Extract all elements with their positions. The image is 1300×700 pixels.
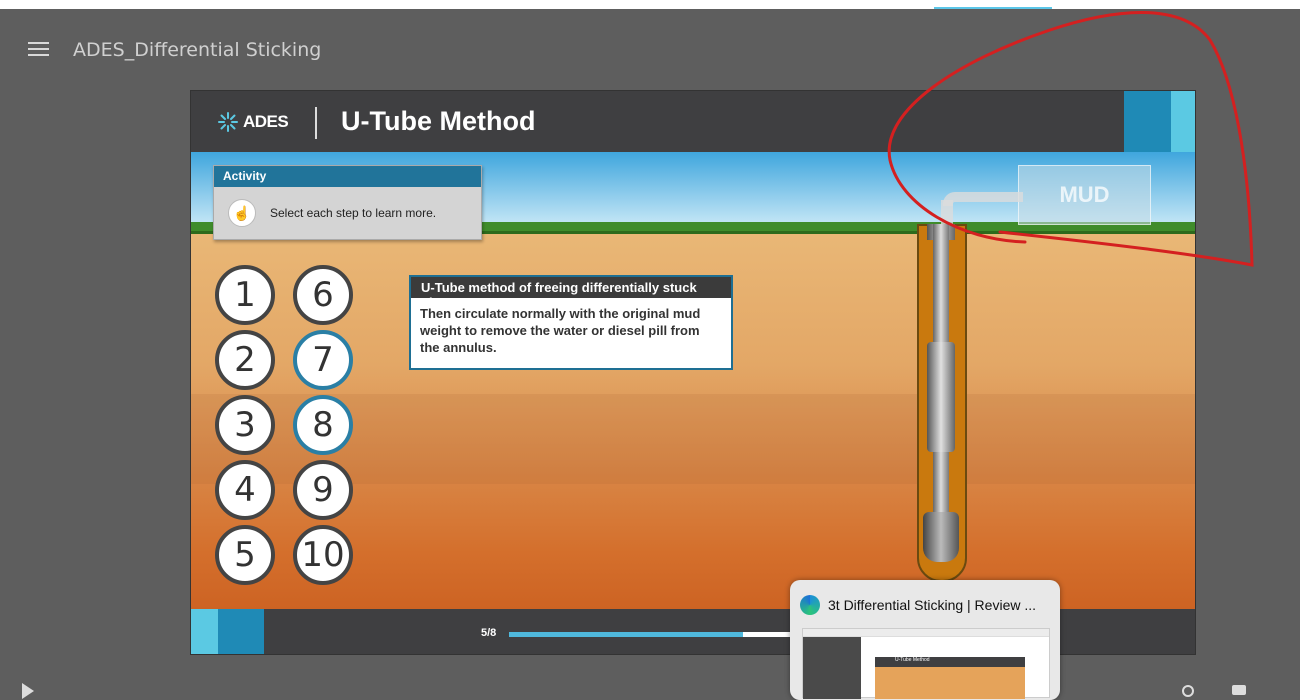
step-button-9[interactable]: 9 (293, 460, 353, 520)
activity-panel: Activity ☝ Select each step to learn mor… (213, 165, 482, 240)
drill-collar (927, 342, 955, 452)
header-accent-dark (1124, 91, 1171, 152)
slide-header: ADES U-Tube Method (191, 91, 1195, 152)
activity-heading: Activity (214, 166, 481, 187)
step-button-2[interactable]: 2 (215, 330, 275, 390)
footer-accent-dark (218, 609, 264, 654)
step-button-7[interactable]: 7 (293, 330, 353, 390)
thumb-slide-title: U-Tube Method (875, 657, 1025, 667)
hamburger-menu-icon[interactable] (28, 42, 49, 56)
drill-bit (923, 512, 959, 562)
activity-instruction: Select each step to learn more. (270, 206, 437, 220)
drill-pipe-lower (933, 452, 949, 512)
progress-fill (509, 632, 743, 637)
step-button-1[interactable]: 1 (215, 265, 275, 325)
ades-logo-icon (218, 112, 238, 132)
taskbar-preview[interactable]: 3t Differential Sticking | Review ... U-… (790, 580, 1060, 700)
slide-canvas: ADES U-Tube Method Activity ☝ Select eac… (190, 90, 1196, 655)
header-accent-light (1171, 91, 1195, 152)
step-button-6[interactable]: 6 (293, 265, 353, 325)
drilling-scene: Activity ☝ Select each step to learn mor… (191, 152, 1195, 609)
mud-line (943, 192, 1023, 206)
info-body: Then circulate normally with the origina… (420, 306, 701, 355)
page-indicator: 5/8 (481, 627, 497, 639)
slide-title: U-Tube Method (341, 106, 536, 136)
info-heading: U-Tube method of freeing differentially … (411, 277, 731, 310)
progress-bar[interactable] (509, 632, 809, 637)
play-icon[interactable] (22, 683, 34, 699)
drill-pipe (933, 224, 949, 344)
click-pointer-icon: ☝ (228, 199, 256, 227)
footer-accent-light (191, 609, 218, 654)
info-box: U-Tube method of freeing differentially … (409, 275, 733, 370)
ades-logo: ADES (217, 111, 289, 133)
step-button-4[interactable]: 4 (215, 460, 275, 520)
preview-title: 3t Differential Sticking | Review ... (828, 597, 1037, 613)
step-button-3[interactable]: 3 (215, 395, 275, 455)
step-button-5[interactable]: 5 (215, 525, 275, 585)
course-title: ADES_Differential Sticking (73, 39, 322, 61)
volume-icon[interactable] (1232, 685, 1246, 695)
replay-icon[interactable] (1182, 685, 1194, 697)
logo-text: ADES (243, 112, 289, 131)
edge-browser-icon (800, 595, 820, 615)
step-button-8[interactable]: 8 (293, 395, 353, 455)
step-button-10[interactable]: 10 (293, 525, 353, 585)
browser-top-strip (0, 0, 1300, 9)
player-controls (0, 683, 1300, 699)
mud-line-vertical (941, 200, 953, 226)
header-divider (315, 107, 317, 139)
mud-tank: MUD (1018, 165, 1151, 225)
player-header: ADES_Differential Sticking (0, 9, 1300, 89)
